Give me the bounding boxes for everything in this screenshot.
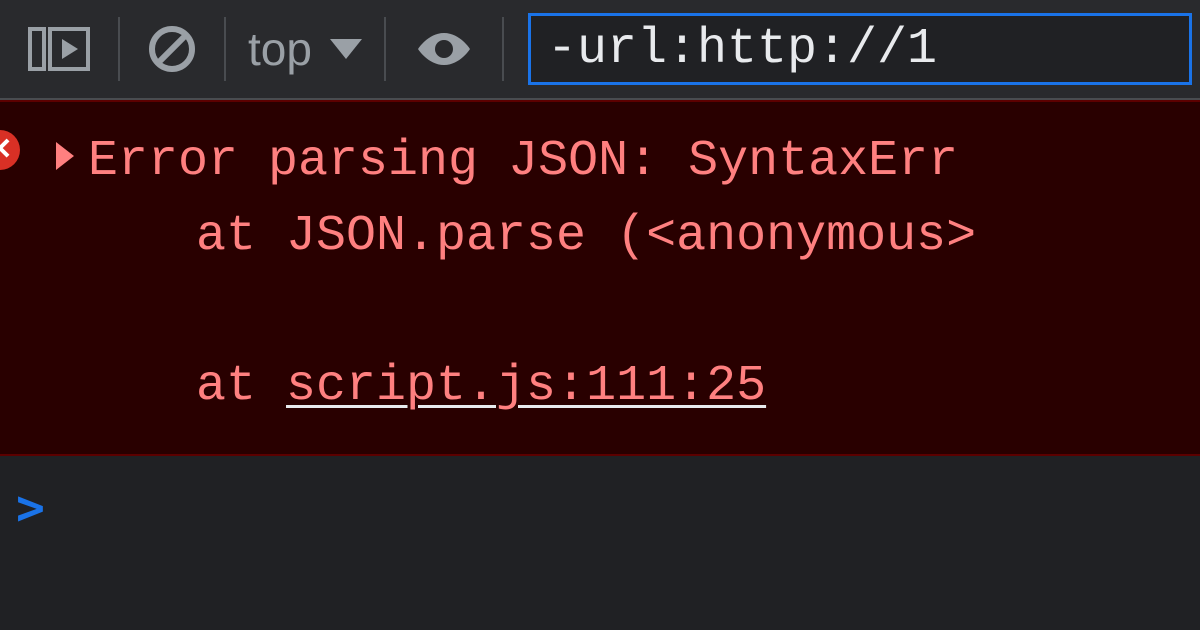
prompt-chevron-icon: > bbox=[16, 480, 45, 536]
toolbar-divider bbox=[502, 17, 504, 81]
stack-line-2: at script.js:111:25 bbox=[88, 349, 976, 424]
context-label: top bbox=[248, 22, 312, 76]
live-expression-button[interactable] bbox=[386, 0, 502, 98]
filter-input[interactable] bbox=[547, 21, 1173, 78]
close-x-glyph: ✕ bbox=[0, 135, 13, 165]
console-output: ✕ Error parsing JSON: SyntaxErr at JSON.… bbox=[0, 100, 1200, 560]
error-icon: ✕ bbox=[0, 130, 20, 170]
toggle-sidebar-button[interactable] bbox=[0, 0, 118, 98]
toggle-sidebar-icon bbox=[28, 27, 90, 71]
error-body: Error parsing JSON: SyntaxErr at JSON.pa… bbox=[20, 124, 976, 424]
clear-icon bbox=[148, 25, 196, 73]
chevron-down-icon bbox=[330, 39, 362, 59]
source-link[interactable]: script.js:111:25 bbox=[286, 358, 766, 415]
eye-icon bbox=[414, 29, 474, 69]
error-message: Error parsing JSON: SyntaxErr bbox=[88, 133, 958, 190]
console-toolbar: top bbox=[0, 0, 1200, 100]
stack-line-1: at JSON.parse (<anonymous> bbox=[88, 199, 976, 274]
clear-console-button[interactable] bbox=[120, 0, 224, 98]
console-prompt-row[interactable]: > bbox=[0, 456, 1200, 560]
context-selector[interactable]: top bbox=[226, 0, 384, 98]
error-text: Error parsing JSON: SyntaxErr at JSON.pa… bbox=[88, 124, 976, 424]
expand-triangle-icon[interactable] bbox=[56, 142, 74, 170]
filter-input-container[interactable] bbox=[528, 13, 1192, 85]
console-error-row: ✕ Error parsing JSON: SyntaxErr at JSON.… bbox=[0, 100, 1200, 456]
